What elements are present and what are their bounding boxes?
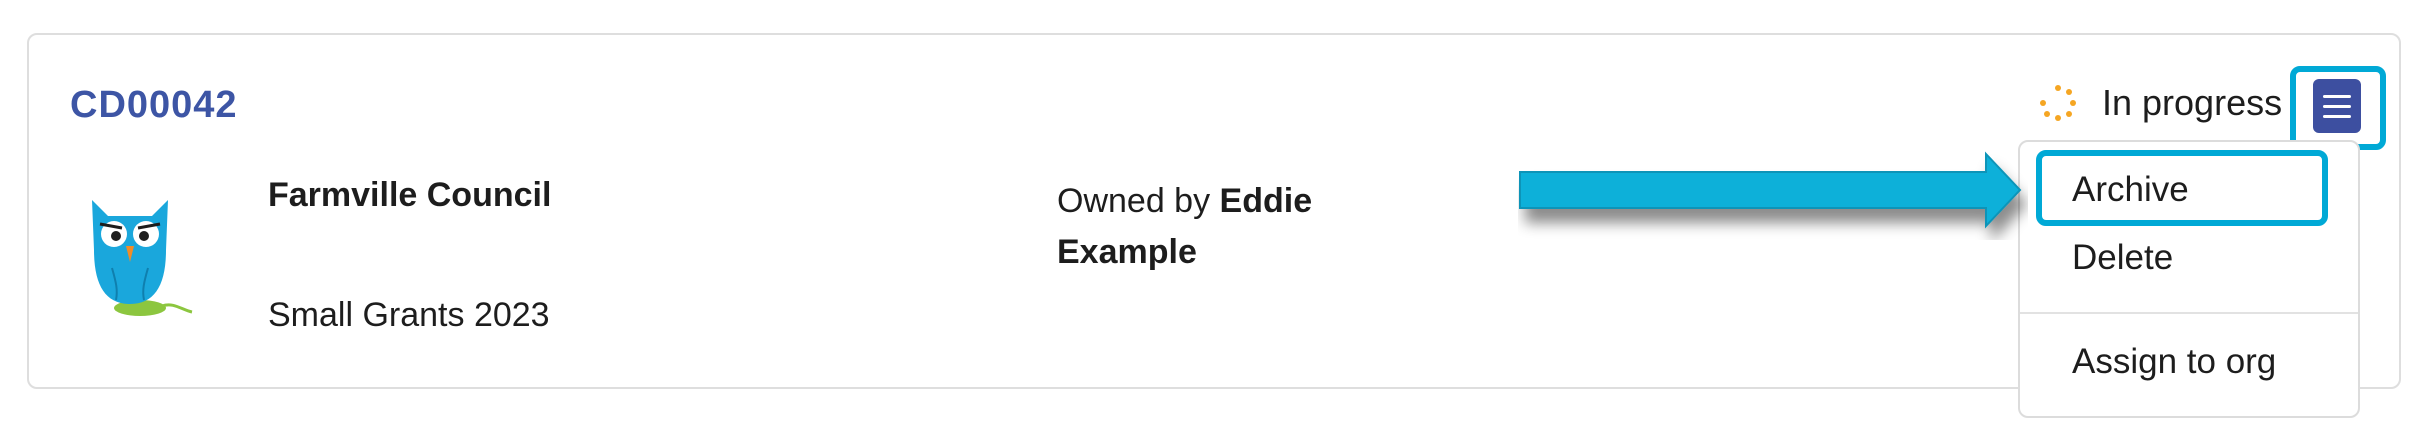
organisation-name: Farmville Council <box>268 176 552 214</box>
hamburger-menu-icon <box>2323 94 2351 98</box>
owner-text: Owned by Eddie Example <box>1057 176 1387 278</box>
owl-logo-icon <box>92 200 193 316</box>
application-reference[interactable]: CD00042 <box>70 84 238 127</box>
hamburger-menu-button[interactable] <box>2313 79 2361 133</box>
menu-divider <box>2020 312 2358 314</box>
owner-prefix: Owned by <box>1057 182 1211 220</box>
program-name: Small Grants 2023 <box>268 296 550 334</box>
archive-highlight <box>2036 150 2328 226</box>
arrow-icon <box>1519 151 2022 229</box>
menu-item-delete[interactable]: Delete <box>2072 238 2173 278</box>
status-indicator: In progress <box>2038 78 2282 128</box>
status-label: In progress <box>2102 82 2283 123</box>
spinner-icon <box>2040 85 2076 121</box>
menu-item-assign-to-org[interactable]: Assign to org <box>2072 342 2276 382</box>
